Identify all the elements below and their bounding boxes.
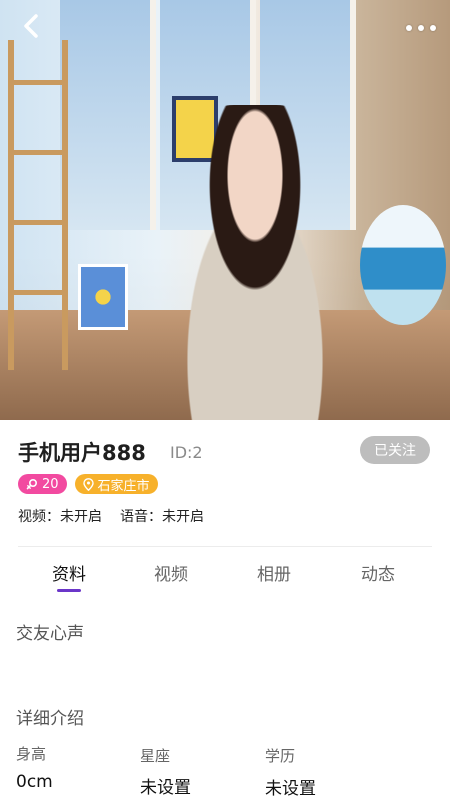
voice-section-title: 交友心声 <box>16 624 84 644</box>
voice-status: 语音：未开启 <box>120 509 204 525</box>
profile-photo <box>0 0 450 420</box>
divider <box>18 546 432 547</box>
age-value: 20 <box>42 476 59 492</box>
detail-section-title: 详细介绍 <box>16 709 84 729</box>
more-dots-icon <box>406 25 436 31</box>
badge-row: 20 石家庄市 <box>18 474 158 494</box>
status-row: 视频：未开启 语音：未开启 <box>18 506 204 526</box>
height-value: 0cm <box>16 772 53 792</box>
flower-painting <box>78 264 128 330</box>
painting-canvas <box>360 205 446 325</box>
user-id: ID:2 <box>170 443 203 462</box>
zodiac-label: 星座 <box>140 747 171 765</box>
female-icon <box>26 478 38 490</box>
follow-button[interactable]: 已关注 <box>360 436 430 464</box>
user-name: 手机用户888 <box>18 441 146 465</box>
zodiac-value: 未设置 <box>140 778 191 798</box>
tab-album[interactable]: 相册 <box>234 560 314 585</box>
education-label: 学历 <box>265 747 296 765</box>
person-figure <box>150 105 360 420</box>
location-value: 石家庄市 <box>97 478 150 494</box>
location-pin-icon <box>82 477 94 491</box>
window-pane <box>60 0 156 230</box>
ladder-decoration <box>8 40 68 370</box>
more-button[interactable] <box>400 18 436 38</box>
location-badge: 石家庄市 <box>74 474 158 494</box>
tab-profile[interactable]: 资料 <box>29 560 109 585</box>
active-tab-indicator <box>57 589 81 592</box>
tab-moments[interactable]: 动态 <box>338 560 418 585</box>
video-status: 视频：未开启 <box>18 509 102 525</box>
tab-videos[interactable]: 视频 <box>131 560 211 585</box>
back-button[interactable] <box>14 8 50 44</box>
age-badge: 20 <box>18 474 67 494</box>
chevron-left-icon <box>24 14 38 38</box>
education-value: 未设置 <box>265 779 316 799</box>
tab-bar: 资料 视频 相册 动态 <box>0 560 450 600</box>
height-label: 身高 <box>16 745 47 763</box>
